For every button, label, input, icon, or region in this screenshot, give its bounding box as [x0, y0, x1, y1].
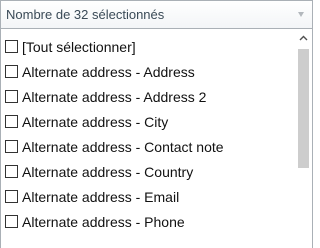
dropdown-header[interactable]: Nombre de 32 sélectionnés [0, 0, 313, 29]
options-panel: [Tout sélectionner] Alternate address - … [0, 29, 313, 248]
checkbox[interactable] [5, 165, 18, 178]
options-list: [Tout sélectionner] Alternate address - … [1, 29, 295, 248]
list-item[interactable]: Alternate address - Address 2 [1, 84, 295, 109]
list-item-label: Alternate address - City [22, 113, 169, 130]
list-item-label: Alternate address - Contact note [22, 138, 224, 155]
scrollbar-thumb[interactable] [298, 49, 309, 168]
caret-down-icon[interactable] [298, 12, 304, 17]
list-item-label: Alternate address - Address [22, 63, 195, 80]
list-item[interactable]: Alternate address - Contact note [1, 134, 295, 159]
list-item-label: Alternate address - Country [22, 163, 194, 180]
checkbox[interactable] [5, 215, 18, 228]
list-item-select-all[interactable]: [Tout sélectionner] [1, 34, 295, 59]
checkbox[interactable] [5, 40, 18, 53]
checkbox[interactable] [5, 90, 18, 103]
list-item-label: Alternate address - Email [22, 188, 180, 205]
checkbox[interactable] [5, 115, 18, 128]
list-item[interactable]: Alternate address - Address [1, 59, 295, 84]
vertical-scrollbar[interactable] [295, 29, 312, 248]
list-item-label: [Tout sélectionner] [22, 38, 136, 55]
checkbox[interactable] [5, 65, 18, 78]
chevron-up-icon[interactable] [295, 29, 312, 46]
list-item-label: Alternate address - Address 2 [22, 88, 207, 105]
multi-select-dropdown: Nombre de 32 sélectionnés [Tout sélectio… [0, 0, 313, 248]
list-item[interactable]: Alternate address - Phone [1, 209, 295, 234]
list-item-label: Alternate address - Phone [22, 213, 185, 230]
list-item[interactable]: Alternate address - City [1, 109, 295, 134]
checkbox[interactable] [5, 190, 18, 203]
list-item[interactable]: Alternate address - Country [1, 159, 295, 184]
list-item[interactable]: Alternate address - Email [1, 184, 295, 209]
selected-count-text: Nombre de 32 sélectionnés [6, 7, 165, 22]
checkbox[interactable] [5, 140, 18, 153]
